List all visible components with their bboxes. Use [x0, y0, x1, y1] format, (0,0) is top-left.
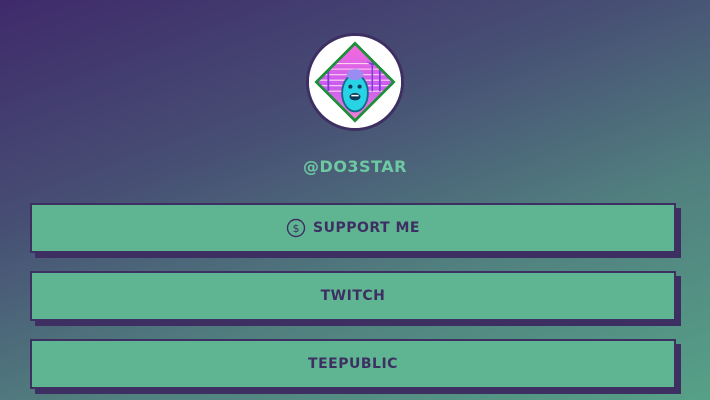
- svg-text:$: $: [293, 222, 300, 235]
- twitch-button[interactable]: TWITCH: [30, 271, 676, 321]
- avatar: [306, 33, 404, 131]
- twitch-label: TWITCH: [320, 288, 386, 304]
- dollar-coin-icon: $: [286, 218, 306, 238]
- teepublic-label: TEEPUBLIC: [308, 356, 398, 372]
- support-me-button[interactable]: $ SUPPORT ME: [30, 203, 676, 253]
- link-list: $ SUPPORT ME TWITCH TEEPUBLIC: [30, 203, 676, 400]
- profile-handle: @DO3STAR: [303, 157, 407, 176]
- support-me-label: SUPPORT ME: [313, 220, 420, 236]
- teepublic-button[interactable]: TEEPUBLIC: [30, 339, 676, 389]
- synthwave-creature-avatar-icon: [309, 36, 401, 128]
- profile-header: @DO3STAR: [0, 0, 710, 190]
